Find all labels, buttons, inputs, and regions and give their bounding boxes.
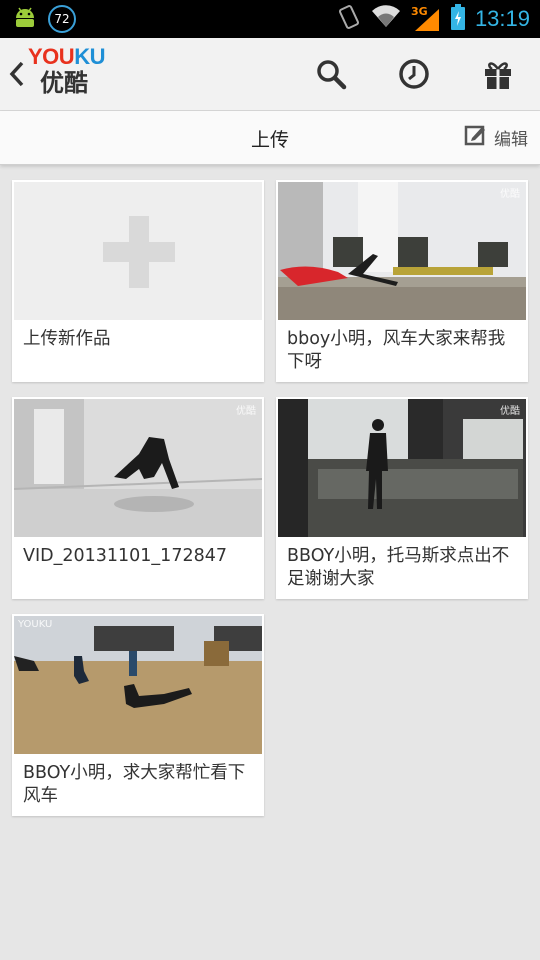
app-bar: YOUKU 优酷 xyxy=(0,38,540,111)
upload-new-card[interactable]: 上传新作品 xyxy=(12,180,264,382)
history-icon[interactable] xyxy=(397,57,431,91)
battery-icon xyxy=(450,4,465,34)
video-thumbnail: 优酷 xyxy=(14,399,262,537)
search-icon[interactable] xyxy=(314,57,348,91)
android-debug-icon xyxy=(12,5,38,33)
edit-label: 编辑 xyxy=(494,130,528,150)
plus-icon xyxy=(103,216,175,288)
video-thumbnail: 优酷 xyxy=(278,182,526,320)
video-card[interactable]: 优酷 VID_20131101_172847 xyxy=(12,397,264,599)
watermark: 优酷 xyxy=(500,189,520,200)
edit-button[interactable]: 编辑 xyxy=(464,124,528,151)
video-card[interactable]: 优酷 bboy小明，风车大家来帮我下呀 xyxy=(276,180,528,382)
notification-count-badge: 72 xyxy=(48,5,76,33)
card-caption: BBOY小明，求大家帮忙看下风车 xyxy=(23,763,246,806)
video-card[interactable]: 优酷 BBOY小明，托马斯求点出不足谢谢大家 xyxy=(276,397,528,599)
watermark: 优酷 xyxy=(500,406,520,417)
logo-text-cn: 优酷 xyxy=(40,69,88,97)
logo-text-en: YOUKU xyxy=(28,44,105,69)
card-caption: 上传新作品 xyxy=(23,329,111,349)
wifi-icon xyxy=(371,5,401,33)
page-title: 上传 xyxy=(250,129,289,151)
video-thumbnail: 优酷 xyxy=(278,399,526,537)
youku-logo[interactable]: YOUKU 优酷 xyxy=(28,46,108,98)
card-caption: VID_20131101_172847 xyxy=(23,546,227,566)
title-bar: 上传 编辑 xyxy=(0,111,540,165)
status-bar: 72 3G 13:19 xyxy=(0,0,540,38)
watermark: YOUKU xyxy=(18,619,53,630)
watermark: 优酷 xyxy=(236,406,256,417)
status-time: 13:19 xyxy=(474,6,530,31)
signal-3g-icon: 3G xyxy=(411,5,441,33)
gift-icon[interactable] xyxy=(481,57,515,91)
video-thumbnail: YOUKU xyxy=(14,616,262,754)
video-card[interactable]: YOUKU BBOY小明，求大家帮忙看下风车 xyxy=(12,614,264,816)
card-caption: BBOY小明，托马斯求点出不足谢谢大家 xyxy=(287,546,510,589)
rotate-icon xyxy=(337,4,361,34)
edit-icon xyxy=(464,124,486,151)
back-icon[interactable] xyxy=(8,60,26,92)
upload-thumbnail xyxy=(14,182,262,320)
card-caption: bboy小明，风车大家来帮我下呀 xyxy=(287,329,506,372)
